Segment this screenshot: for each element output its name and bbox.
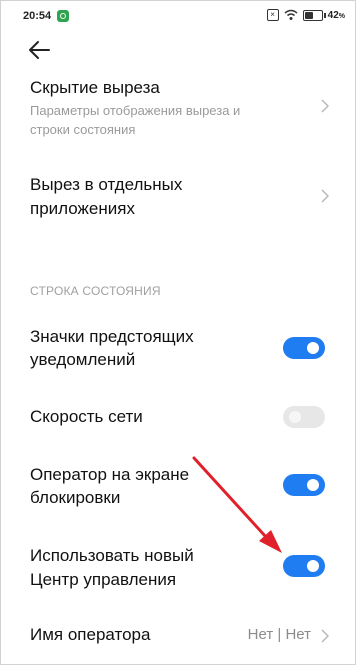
wifi-icon	[284, 9, 298, 20]
notification-app-icon	[57, 10, 69, 22]
toggle-knob	[307, 342, 319, 354]
network-speed-label: Скорость сети	[30, 407, 143, 426]
cutout-apps-title-line2: приложениях	[30, 199, 135, 218]
operator-name-label: Имя оператора	[30, 625, 151, 644]
new-control-center-item[interactable]: Использовать новый Центр управления	[1, 542, 355, 594]
upcoming-notifications-label-line2: уведомлений	[30, 350, 136, 369]
operator-name-value: Нет | Нет	[247, 626, 311, 643]
new-control-center-label-line2: Центр управления	[30, 570, 177, 589]
operator-name-item[interactable]: Имя оператора Нет | Нет	[1, 623, 355, 649]
operator-lockscreen-label-line1: Оператор на экране	[30, 465, 190, 484]
chevron-right-icon	[321, 189, 329, 203]
upcoming-notifications-item[interactable]: Значки предстоящих уведомлений	[1, 323, 355, 375]
toggle-knob	[307, 479, 319, 491]
status-icons: × 42%	[266, 9, 345, 21]
back-arrow-icon[interactable]	[27, 39, 51, 61]
settings-screen: 20:54 × 42% Скрытие выреза Параметры ото…	[0, 0, 356, 665]
no-sim-icon: ×	[266, 9, 279, 21]
toggle-knob	[307, 560, 319, 572]
operator-lockscreen-toggle[interactable]	[283, 474, 325, 496]
battery-percent: 42%	[327, 9, 345, 21]
new-control-center-label-line1: Использовать новый	[30, 546, 194, 565]
operator-lockscreen-label-line2: блокировки	[30, 488, 121, 507]
battery-icon	[302, 9, 326, 21]
chevron-right-icon	[321, 99, 329, 113]
cutout-apps-title-line1: Вырез в отдельных	[30, 175, 183, 194]
status-bar: 20:54 × 42%	[1, 1, 355, 31]
status-time: 20:54	[23, 10, 52, 22]
cutout-hide-subtitle-line2: строки состояния	[30, 122, 136, 137]
upcoming-notifications-toggle[interactable]	[283, 337, 325, 359]
network-speed-toggle[interactable]	[283, 406, 325, 428]
toggle-knob	[289, 411, 301, 423]
cutout-hide-title: Скрытие выреза	[30, 78, 160, 97]
operator-lockscreen-item[interactable]: Оператор на экране блокировки	[1, 461, 355, 513]
chevron-right-icon	[321, 629, 329, 643]
cutout-apps-item[interactable]: Вырез в отдельных приложениях	[1, 171, 355, 227]
cutout-hide-item[interactable]: Скрытие выреза Параметры отображения выр…	[1, 73, 355, 145]
upcoming-notifications-label-line1: Значки предстоящих	[30, 327, 194, 346]
section-header-status-bar: СТРОКА СОСТОЯНИЯ	[30, 284, 161, 298]
new-control-center-toggle[interactable]	[283, 555, 325, 577]
cutout-hide-subtitle-line1: Параметры отображения выреза и	[30, 103, 241, 118]
network-speed-item[interactable]: Скорость сети	[1, 405, 355, 431]
